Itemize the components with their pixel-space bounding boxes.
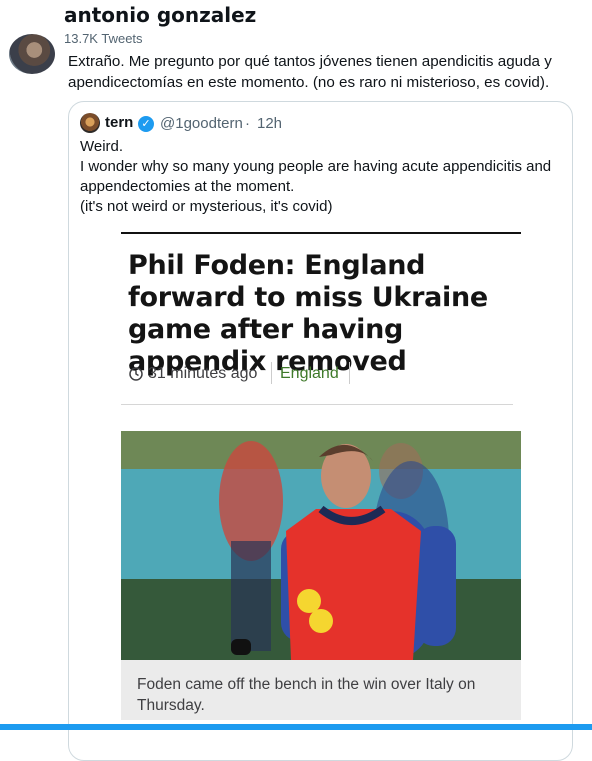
photo-illustration — [121, 431, 521, 660]
quoted-timestamp[interactable]: 12h — [257, 115, 282, 132]
tweet-text: Extraño. Me pregunto por qué tantos jóve… — [68, 53, 552, 91]
quoted-author-name[interactable]: tern — [105, 114, 133, 131]
article-tag-link[interactable]: England — [280, 365, 339, 383]
profile-name[interactable]: antonio gonzalez — [64, 3, 256, 27]
quoted-tweet-text: Weird. I wonder why so many young people… — [80, 137, 560, 217]
article-photo[interactable] — [121, 431, 521, 660]
quoted-author-handle[interactable]: @1goodtern — [160, 115, 243, 132]
verified-badge-icon: ✓ — [138, 116, 154, 132]
quoted-line: I wonder why so many young people are ha… — [80, 158, 552, 195]
tweet-count: 13.7K Tweets — [64, 31, 143, 46]
photo-caption: Foden came off the bench in the win over… — [137, 676, 476, 714]
separator-dot: · — [245, 115, 250, 132]
avatar[interactable] — [9, 34, 55, 74]
article-top-rule — [121, 232, 521, 234]
clock-icon — [129, 367, 143, 381]
quoted-line: Weird. — [80, 138, 124, 155]
quoted-line: (it's not weird or mysterious, it's covi… — [80, 198, 333, 215]
meta-divider — [271, 362, 272, 384]
meta-divider — [349, 362, 350, 384]
article-divider — [121, 404, 513, 405]
article-headline[interactable]: Phil Foden: England forward to miss Ukra… — [128, 250, 518, 378]
bottom-accent-bar — [0, 724, 592, 730]
quoted-avatar[interactable] — [80, 113, 100, 133]
article-time: 31 minutes ago — [148, 365, 258, 382]
